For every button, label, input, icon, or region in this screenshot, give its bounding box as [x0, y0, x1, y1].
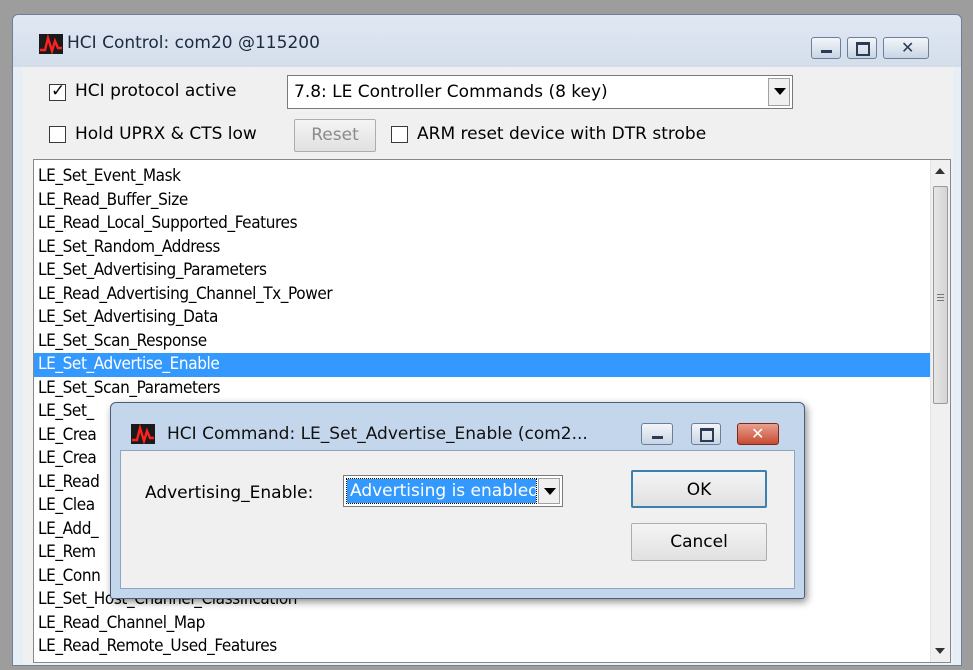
scrollbar-thumb[interactable]	[933, 186, 948, 404]
cancel-button[interactable]: Cancel	[631, 523, 767, 561]
advertising-enable-label: Advertising_Enable:	[145, 483, 314, 503]
close-icon: ✕	[901, 38, 915, 57]
grip-line	[937, 297, 944, 298]
protocol-active-label: HCI protocol active	[75, 81, 237, 101]
command-list-item[interactable]: LE_Set_Random_Address	[34, 236, 932, 260]
arm-reset-checkbox[interactable]	[391, 126, 408, 143]
title-bar[interactable]: HCI Control: com20 @115200 ✕	[13, 15, 961, 67]
maximize-icon	[700, 428, 714, 442]
dialog-client-area: Advertising_Enable: Advertising is enabl…	[120, 450, 795, 589]
scroll-down-icon[interactable]	[935, 648, 945, 654]
scroll-up-icon[interactable]	[935, 168, 945, 174]
command-list-item[interactable]: LE_Set_Advertise_Enable	[34, 353, 932, 377]
command-list-item[interactable]: LE_Set_Event_Mask	[34, 165, 932, 189]
chevron-down-icon	[544, 488, 556, 495]
command-list-item[interactable]: LE_Read_Local_Supported_Features	[34, 212, 932, 236]
maximize-button[interactable]	[847, 37, 877, 59]
command-list-item[interactable]: LE_Set_Scan_Response	[34, 330, 932, 354]
dialog-close-button[interactable]: ✕	[737, 423, 779, 445]
dropdown-arrow-button[interactable]	[538, 478, 560, 504]
dropdown-arrow-button[interactable]	[768, 78, 790, 106]
arm-reset-label: ARM reset device with DTR strobe	[417, 124, 707, 144]
command-group-select[interactable]: 7.8: LE Controller Commands (8 key)	[287, 75, 793, 109]
reset-button[interactable]: Reset	[294, 119, 376, 152]
waveform-app-icon	[131, 423, 155, 446]
close-button[interactable]: ✕	[883, 37, 929, 59]
hold-uprx-checkbox[interactable]	[49, 126, 66, 143]
command-list-item[interactable]: LE_Set_Advertising_Parameters	[34, 259, 932, 283]
command-list-item[interactable]: LE_Read_Channel_Map	[34, 612, 932, 636]
dialog-title: HCI Command: LE_Set_Advertise_Enable (co…	[167, 424, 588, 444]
minimize-icon	[821, 50, 832, 53]
command-list-item[interactable]: LE_Read_Remote_Used_Features	[34, 635, 932, 659]
checkmark-icon: ✓	[51, 81, 66, 101]
advertising-enable-select[interactable]: Advertising is enabled	[343, 475, 563, 507]
ok-button[interactable]: OK	[631, 470, 767, 508]
close-icon: ✕	[751, 424, 765, 443]
command-list-item[interactable]: LE_Set_Scan_Parameters	[34, 377, 932, 401]
protocol-active-checkbox[interactable]: ✓	[49, 81, 66, 101]
grip-line	[937, 300, 944, 301]
command-group-value: 7.8: LE Controller Commands (8 key)	[294, 82, 608, 102]
maximize-icon	[856, 42, 870, 56]
window-title: HCI Control: com20 @115200	[67, 33, 320, 53]
hci-command-dialog: HCI Command: LE_Set_Advertise_Enable (co…	[110, 402, 805, 599]
command-list-item[interactable]: LE_Set_Advertising_Data	[34, 306, 932, 330]
vertical-scrollbar[interactable]	[930, 160, 950, 662]
hold-uprx-label: Hold UPRX & CTS low	[75, 124, 257, 144]
dialog-minimize-button[interactable]	[641, 423, 673, 445]
chevron-down-icon	[774, 88, 786, 95]
grip-line	[937, 294, 944, 295]
command-list-item[interactable]: LE_Read_Advertising_Channel_Tx_Power	[34, 283, 932, 307]
dialog-maximize-button[interactable]	[691, 423, 721, 445]
command-list-item[interactable]: LE_Read_Buffer_Size	[34, 189, 932, 213]
waveform-app-icon	[39, 34, 63, 54]
minimize-icon	[652, 436, 663, 439]
advertising-enable-value: Advertising is enabled	[346, 478, 539, 504]
minimize-button[interactable]	[811, 37, 841, 59]
